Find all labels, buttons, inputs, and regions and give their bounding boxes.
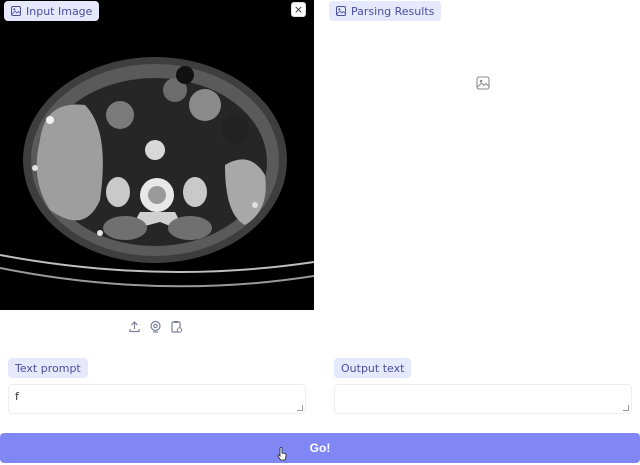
parsing-results-label: Parsing Results bbox=[329, 1, 442, 21]
go-button[interactable]: Go! bbox=[0, 433, 640, 463]
go-button-label: Go! bbox=[309, 441, 331, 455]
webcam-icon[interactable] bbox=[149, 318, 162, 333]
parsing-results-panel: Parsing Results bbox=[326, 0, 640, 345]
parsing-results-label-text: Parsing Results bbox=[351, 4, 435, 18]
text-prompt-label-text: Text prompt bbox=[15, 361, 81, 375]
hand-pointer-cursor-icon bbox=[277, 446, 287, 461]
input-image-label-text: Input Image bbox=[26, 4, 93, 18]
text-prompt-label: Text prompt bbox=[8, 358, 88, 378]
resize-handle-icon[interactable] bbox=[297, 405, 303, 411]
output-text-label: Output text bbox=[334, 358, 412, 378]
output-text-field[interactable] bbox=[334, 384, 632, 414]
resize-handle-icon[interactable] bbox=[623, 405, 629, 411]
text-prompt-input[interactable]: f bbox=[8, 384, 306, 414]
image-icon bbox=[336, 6, 346, 16]
output-text-label-text: Output text bbox=[341, 361, 405, 375]
upload-icon[interactable] bbox=[128, 318, 141, 333]
input-image-panel: × Input Image bbox=[0, 0, 316, 345]
clipboard-icon[interactable] bbox=[170, 318, 183, 333]
image-source-toolbar bbox=[128, 318, 183, 333]
text-prompt-value: f bbox=[15, 390, 19, 403]
empty-image-placeholder-icon bbox=[476, 75, 490, 90]
ct-scan-image[interactable]: × bbox=[0, 0, 314, 310]
image-icon bbox=[11, 6, 21, 16]
input-image-label: Input Image bbox=[4, 1, 100, 21]
close-image-button[interactable]: × bbox=[291, 2, 306, 17]
ct-scan-graphic bbox=[0, 0, 314, 310]
